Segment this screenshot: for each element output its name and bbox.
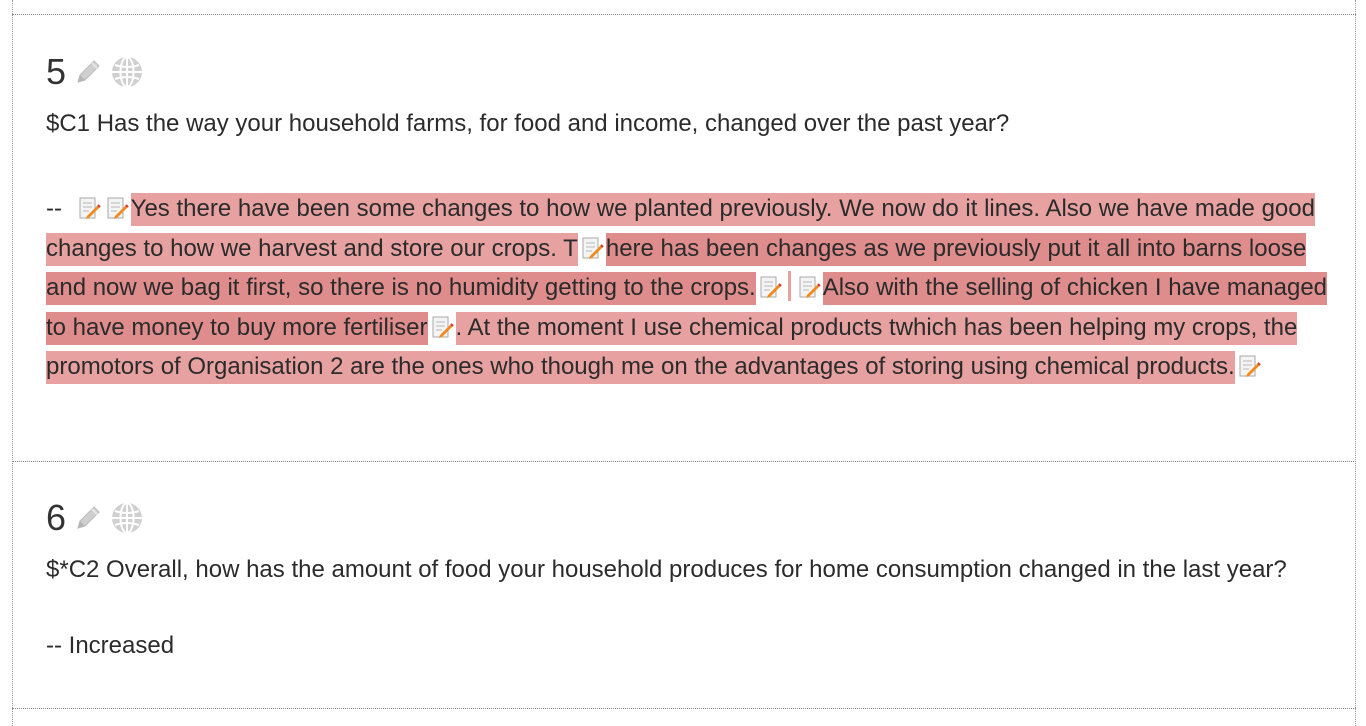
memo-icon[interactable] [580,236,604,260]
memo-icon[interactable] [1237,354,1261,378]
pencil-icon[interactable] [72,502,104,534]
divider [12,708,1356,709]
question-text: $C1 Has the way your household farms, fo… [46,110,1010,137]
answer-text: -- Increased [46,632,175,659]
globe-icon[interactable] [110,55,144,89]
divider [12,461,1356,462]
memo-icon[interactable] [797,275,821,299]
segment-separator [787,271,791,301]
pencil-icon[interactable] [72,56,104,88]
memo-icon[interactable] [77,196,101,220]
memo-icon[interactable] [105,196,129,220]
question-header: 5 [46,52,1336,92]
answer-text: -- Yes there have been some changes to h… [46,189,1336,387]
question-block-6: 6 $*C2 Overall, how has the amount of fo… [46,498,1336,661]
memo-icon[interactable] [758,275,782,299]
question-text: $*C2 Overall, how has the amount of food… [46,556,1287,583]
memo-icon[interactable] [430,315,454,339]
question-header: 6 [46,498,1336,538]
answer-prefix: -- [46,195,62,222]
question-block-5: 5 $C1 Has the way your household farms, … [46,52,1336,387]
divider [12,14,1356,15]
question-number: 5 [46,51,67,92]
globe-icon[interactable] [110,501,144,535]
question-number: 6 [46,497,67,538]
